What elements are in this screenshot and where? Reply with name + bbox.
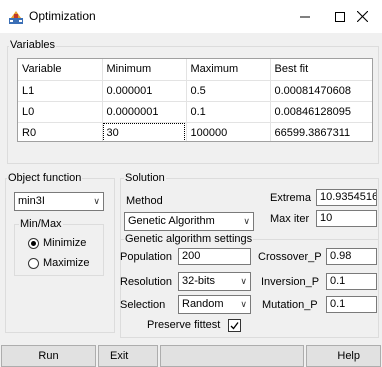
- table-row: L1 0.000001 0.5 0.00081470608: [18, 80, 372, 102]
- table-row: L0 0.0000001 0.1 0.00846128095: [18, 101, 372, 123]
- close-button[interactable]: [342, 0, 382, 33]
- population-field[interactable]: 200: [178, 248, 251, 265]
- resolution-label: Resolution: [120, 276, 172, 288]
- table-row: R0 30 100000 66599.3867311: [18, 122, 372, 141]
- minimize-icon: [300, 16, 310, 17]
- help-button[interactable]: Help: [306, 345, 381, 367]
- inversion-field[interactable]: 0.1: [326, 273, 377, 290]
- maximize-radio-label: Maximize: [43, 257, 90, 269]
- title-bar: Optimization: [0, 0, 382, 33]
- preserve-fittest-checkbox[interactable]: Preserve fittest: [147, 318, 242, 332]
- table-cell[interactable]: 0.1: [186, 101, 271, 123]
- variables-table[interactable]: Variable Minimum Maximum Best fit L1 0.0…: [17, 58, 373, 142]
- inversion-label: Inversion_P: [261, 276, 320, 288]
- column-header-maximum[interactable]: Maximum: [186, 59, 271, 81]
- table-cell[interactable]: 0.0000001: [102, 101, 187, 123]
- maximize-radio[interactable]: Maximize: [28, 256, 89, 270]
- ga-settings-label: Genetic algorithm settings: [124, 233, 254, 245]
- variables-group-label: Variables: [9, 39, 57, 51]
- mutation-label: Mutation_P: [262, 299, 318, 311]
- table-header-row: Variable Minimum Maximum Best fit: [18, 59, 372, 81]
- object-function-label: Object function: [7, 172, 83, 184]
- table-cell-selected[interactable]: 30: [102, 122, 187, 141]
- selection-label: Selection: [120, 299, 166, 311]
- chevron-down-icon: ∨: [240, 299, 247, 309]
- solution-label: Solution: [124, 172, 166, 184]
- table-cell[interactable]: 100000: [186, 122, 271, 141]
- column-header-variable[interactable]: Variable: [18, 59, 103, 81]
- table-cell[interactable]: 66599.3867311: [270, 122, 372, 141]
- crossover-field[interactable]: 0.98: [326, 248, 377, 265]
- table-cell[interactable]: 0.00846128095: [270, 101, 372, 123]
- minimize-radio[interactable]: Minimize: [28, 236, 86, 250]
- variables-grid: Variable Minimum Maximum Best fit L1 0.0…: [18, 59, 372, 141]
- table-cell[interactable]: R0: [18, 122, 103, 141]
- bottom-spacer-bar: [160, 345, 304, 367]
- resolution-select[interactable]: 32-bits ∨: [178, 272, 251, 291]
- app-icon: [9, 11, 23, 24]
- crossover-label: Crossover_P: [258, 251, 322, 263]
- object-function-value: min3I: [18, 195, 45, 207]
- method-value: Genetic Algorithm: [128, 215, 215, 227]
- mutation-field[interactable]: 0.1: [326, 296, 377, 313]
- extrema-field[interactable]: 10.9354516: [316, 189, 377, 206]
- object-function-select[interactable]: min3I ∨: [14, 192, 104, 211]
- radio-unchecked-icon: [28, 257, 39, 269]
- table-cell[interactable]: L0: [18, 101, 103, 123]
- preserve-fittest-label: Preserve fittest: [147, 319, 221, 331]
- population-label: Population: [120, 251, 172, 263]
- table-cell[interactable]: 0.5: [186, 80, 271, 102]
- resolution-value: 32-bits: [182, 275, 216, 287]
- checkbox-checked-icon: [228, 318, 242, 332]
- exit-button[interactable]: Exit: [98, 345, 158, 367]
- minmax-label: Min/Max: [19, 218, 63, 230]
- run-button[interactable]: Run: [1, 345, 96, 367]
- chevron-down-icon: ∨: [240, 276, 247, 286]
- chevron-down-icon: ∨: [243, 216, 250, 226]
- table-cell[interactable]: 0.000001: [102, 80, 187, 102]
- radio-checked-icon: [28, 237, 39, 249]
- close-icon: [356, 11, 368, 22]
- method-select[interactable]: Genetic Algorithm ∨: [124, 212, 254, 231]
- max-iter-label: Max iter: [270, 213, 310, 225]
- minimize-button[interactable]: [285, 0, 325, 33]
- column-header-best-fit[interactable]: Best fit: [270, 59, 372, 81]
- selection-value: Random: [182, 298, 224, 310]
- window-title: Optimization: [29, 9, 96, 23]
- extrema-label: Extrema: [270, 192, 311, 204]
- table-cell[interactable]: 0.00081470608: [270, 80, 372, 102]
- column-header-minimum[interactable]: Minimum: [102, 59, 187, 81]
- chevron-down-icon: ∨: [93, 196, 100, 206]
- selection-select[interactable]: Random ∨: [178, 295, 251, 314]
- table-cell[interactable]: L1: [18, 80, 103, 102]
- minimize-radio-label: Minimize: [43, 237, 87, 249]
- method-label: Method: [126, 195, 163, 207]
- max-iter-field[interactable]: 10: [316, 210, 377, 227]
